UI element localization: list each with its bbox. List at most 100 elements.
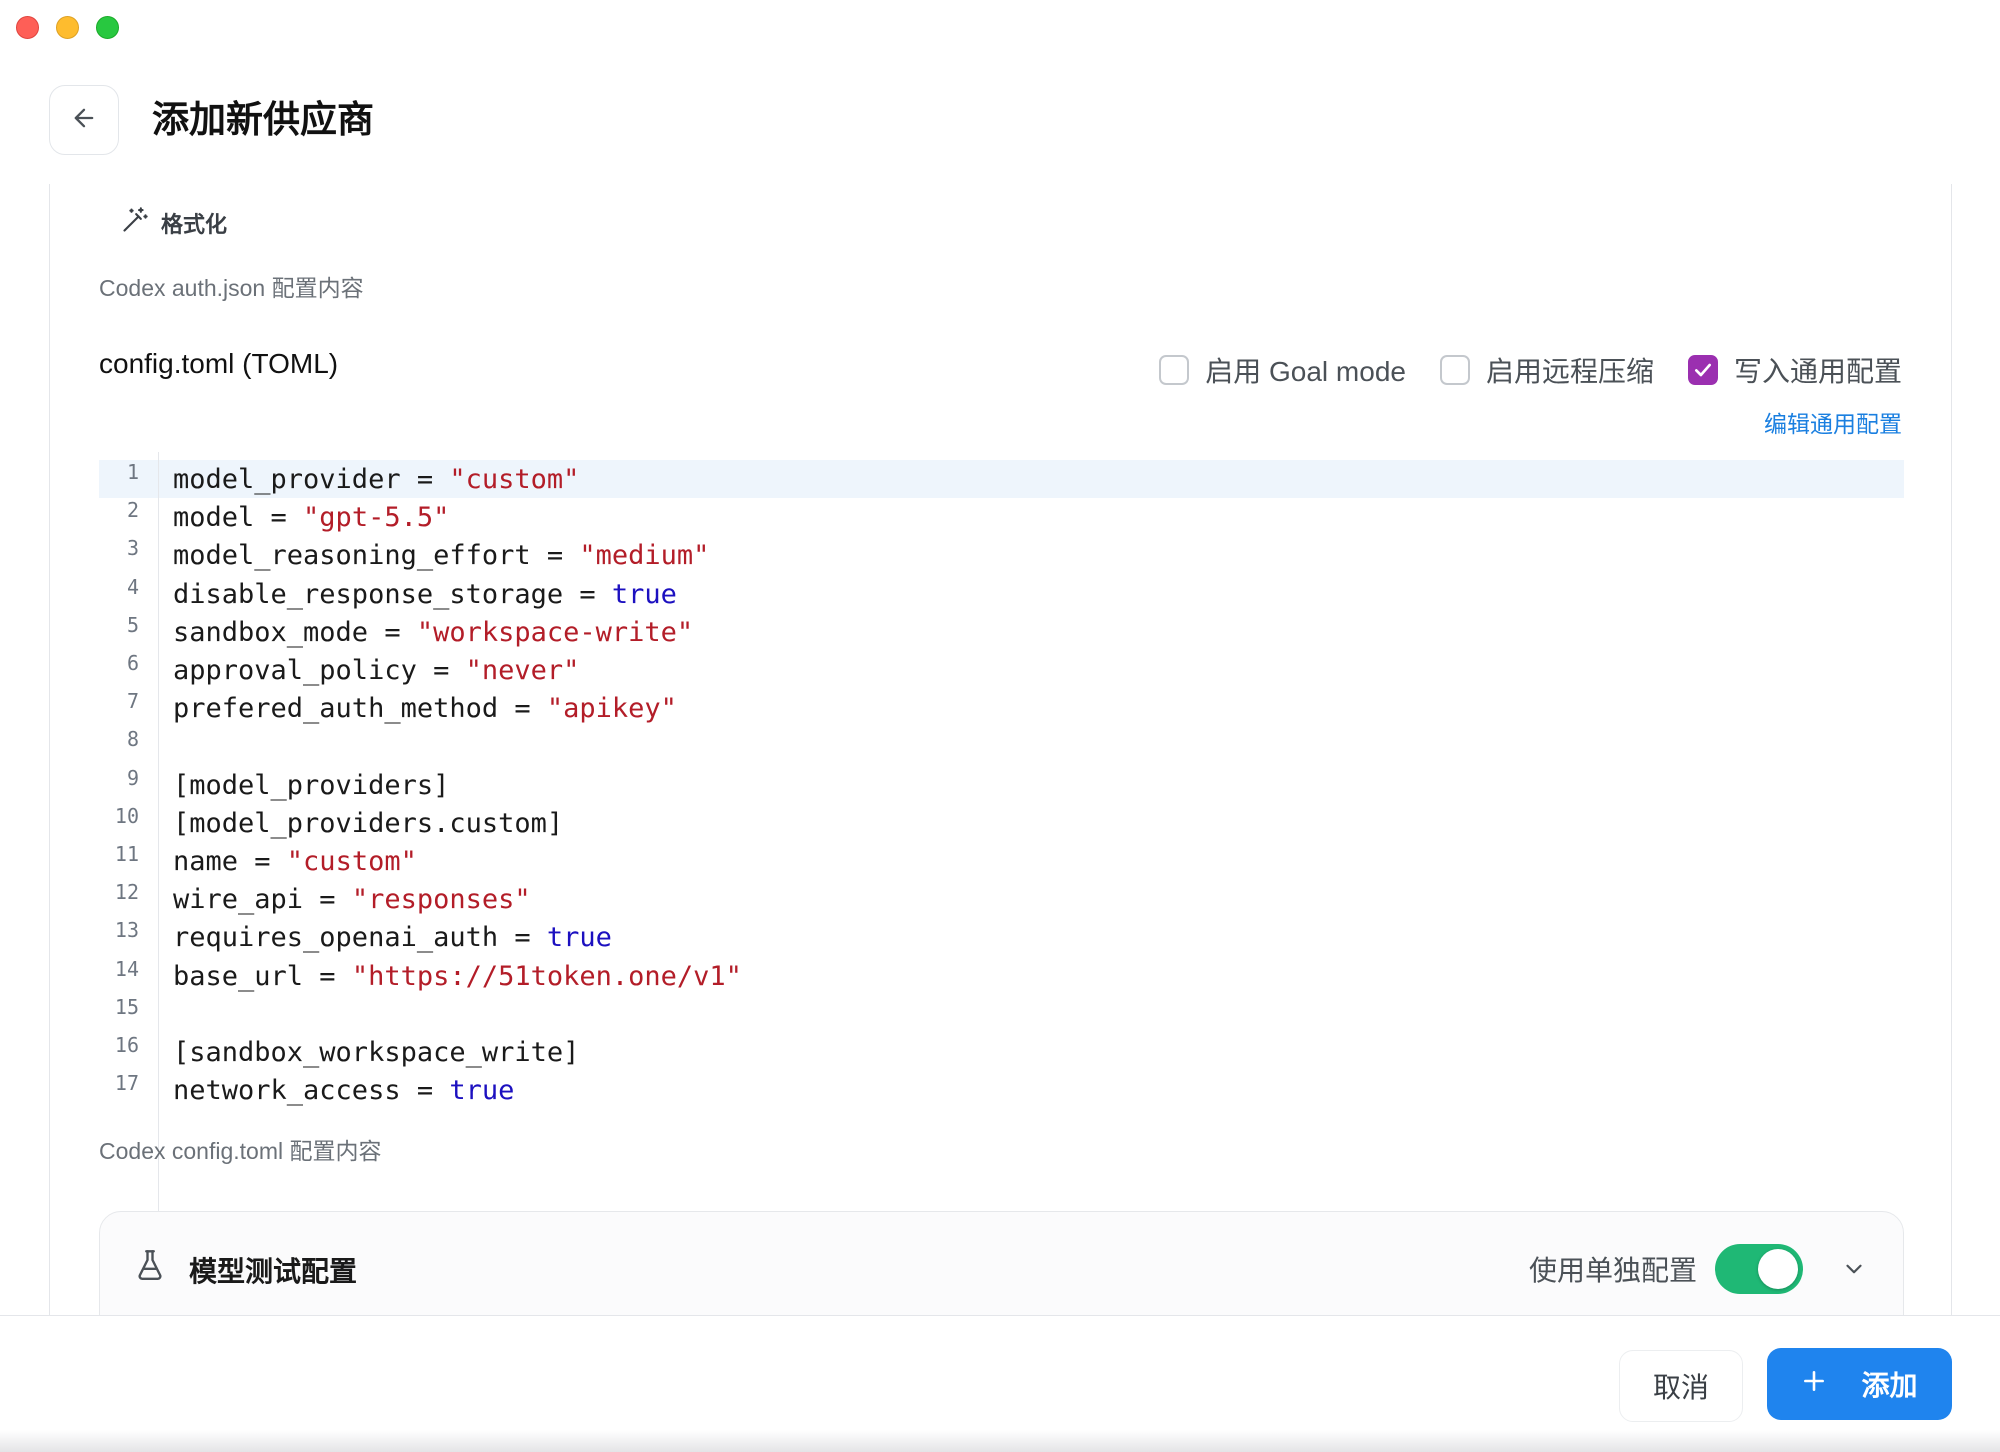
code-line[interactable]: 14 base_url = "https://51token.one/v1" bbox=[99, 957, 1904, 995]
code-key: base_url = bbox=[173, 960, 352, 992]
code-text: [model_providers] bbox=[173, 770, 449, 801]
code-line[interactable]: 17 network_access = true bbox=[99, 1071, 1904, 1109]
add-label: 添加 bbox=[1861, 1370, 1918, 1401]
code-text: [sandbox_workspace_write] bbox=[173, 1037, 579, 1068]
code-line[interactable]: 8 bbox=[99, 727, 1904, 765]
code-line[interactable]: 3 model_reasoning_effort = "medium" bbox=[99, 536, 1904, 574]
code-key: [sandbox_workspace_write] bbox=[173, 1037, 580, 1068]
code-key: model_provider = bbox=[173, 464, 450, 495]
window-minimize-button[interactable] bbox=[56, 16, 79, 39]
code-string-value: "responses" bbox=[351, 884, 531, 916]
code-string-value: "apikey" bbox=[546, 693, 677, 725]
code-line[interactable]: 15 bbox=[99, 995, 1904, 1033]
line-number: 6 bbox=[126, 651, 139, 675]
code-text: wire_api = "responses" bbox=[173, 884, 531, 915]
model-test-title: 模型测试配置 bbox=[189, 1256, 358, 1287]
code-text: name = "custom" bbox=[173, 846, 417, 877]
model-test-config-panel[interactable]: 模型测试配置 使用单独配置 bbox=[99, 1211, 1904, 1315]
code-key: network_access = bbox=[173, 1075, 450, 1107]
format-button[interactable]: 格式化 bbox=[121, 206, 227, 240]
code-text: disable_response_storage = true bbox=[173, 579, 677, 610]
code-text: network_access = true bbox=[173, 1075, 514, 1106]
code-string-value: "medium" bbox=[579, 540, 710, 572]
code-line[interactable]: 9 [model_providers] bbox=[99, 766, 1904, 804]
code-text: sandbox_mode = "workspace-write" bbox=[173, 617, 693, 648]
model-test-controls: 使用单独配置 bbox=[1529, 1244, 1867, 1294]
footer-bar: 取消 添加 bbox=[0, 1315, 2000, 1452]
code-line[interactable]: 13 requires_openai_auth = true bbox=[99, 918, 1904, 956]
code-line[interactable]: 1 model_provider = "custom" bbox=[99, 460, 1904, 498]
code-text: requires_openai_auth = true bbox=[173, 922, 612, 953]
line-number: 8 bbox=[126, 727, 139, 752]
config-toml-title: config.toml (TOML) bbox=[99, 348, 339, 379]
code-key: approval_policy = bbox=[173, 655, 466, 686]
code-text: model_reasoning_effort = "medium" bbox=[173, 540, 709, 571]
window-bottom-edge bbox=[0, 1430, 2000, 1452]
code-line[interactable]: 7 prefered_auth_method = "apikey" bbox=[99, 689, 1904, 727]
remote-compression-option[interactable]: 启用远程压缩 bbox=[1439, 350, 1654, 390]
write-common-config-checkbox[interactable] bbox=[1687, 355, 1718, 385]
code-key: disable_response_storage = bbox=[173, 578, 612, 610]
checkmark-icon bbox=[1694, 363, 1711, 377]
separate-config-label: 使用单独配置 bbox=[1528, 1255, 1697, 1286]
code-text: base_url = "https://51token.one/v1" bbox=[173, 961, 742, 992]
code-line[interactable]: 4 disable_response_storage = true bbox=[99, 575, 1904, 613]
code-key: [model_providers.custom] bbox=[173, 807, 564, 839]
line-number: 4 bbox=[126, 574, 139, 599]
goal-mode-checkbox[interactable] bbox=[1159, 355, 1190, 385]
code-line[interactable]: 16 [sandbox_workspace_write] bbox=[99, 1033, 1904, 1071]
code-line[interactable]: 5 sandbox_mode = "workspace-write" bbox=[99, 613, 1904, 651]
add-button[interactable]: 添加 bbox=[1767, 1348, 1952, 1420]
code-bool-value: true bbox=[546, 922, 612, 954]
separate-config-toggle[interactable] bbox=[1715, 1244, 1803, 1294]
flask-icon bbox=[135, 1248, 165, 1287]
window-close-button[interactable] bbox=[16, 16, 39, 39]
line-number: 11 bbox=[114, 842, 139, 866]
code-text: [model_providers.custom] bbox=[173, 808, 563, 839]
code-line[interactable]: 12 wire_api = "responses" bbox=[99, 880, 1904, 918]
goal-mode-option[interactable]: 启用 Goal mode bbox=[1159, 350, 1406, 390]
line-number: 1 bbox=[126, 460, 139, 484]
code-text: approval_policy = "never" bbox=[173, 655, 579, 686]
code-key: prefered_auth_method = bbox=[173, 693, 547, 725]
line-number: 9 bbox=[126, 765, 139, 790]
page-title: 添加新供应商 bbox=[152, 99, 374, 140]
line-number: 2 bbox=[126, 498, 139, 523]
line-number: 7 bbox=[126, 689, 139, 714]
code-key: name = bbox=[173, 846, 287, 877]
code-key: requires_openai_auth = bbox=[173, 922, 547, 954]
remote-compression-checkbox[interactable] bbox=[1439, 355, 1470, 385]
code-string-value: "custom" bbox=[286, 846, 417, 877]
line-number: 5 bbox=[126, 612, 139, 637]
code-string-value: "gpt-5.5" bbox=[303, 502, 450, 534]
line-number: 3 bbox=[126, 536, 139, 561]
write-common-config-option[interactable]: 写入通用配置 bbox=[1687, 350, 1902, 390]
code-string-value: "custom" bbox=[449, 464, 580, 495]
code-line[interactable]: 11 name = "custom" bbox=[99, 842, 1904, 880]
code-text: model = "gpt-5.5" bbox=[173, 502, 449, 533]
code-line[interactable]: 2 model = "gpt-5.5" bbox=[99, 498, 1904, 536]
format-label: 格式化 bbox=[161, 212, 228, 237]
code-line[interactable]: 6 approval_policy = "never" bbox=[99, 651, 1904, 689]
magic-wand-icon bbox=[121, 206, 149, 240]
window-zoom-button[interactable] bbox=[96, 16, 119, 39]
line-number: 13 bbox=[114, 918, 139, 943]
line-number: 14 bbox=[114, 956, 139, 981]
code-text: model_provider = "custom" bbox=[173, 464, 579, 495]
write-common-config-label: 写入通用配置 bbox=[1733, 356, 1902, 387]
line-number: 15 bbox=[114, 994, 139, 1019]
goal-mode-label: 启用 Goal mode bbox=[1205, 356, 1406, 387]
code-line[interactable]: 10 [model_providers.custom] bbox=[99, 804, 1904, 842]
back-button[interactable] bbox=[49, 85, 119, 155]
code-key: sandbox_mode = bbox=[173, 616, 417, 648]
line-number: 17 bbox=[114, 1071, 139, 1096]
config-options: 启用 Goal mode 启用远程压缩 写入通用配置 bbox=[1159, 350, 1902, 390]
code-key: wire_api = bbox=[173, 884, 352, 916]
edit-common-config-link[interactable]: 编辑通用配置 bbox=[1764, 405, 1902, 439]
line-number: 10 bbox=[114, 803, 139, 828]
form-content[interactable]: 格式化 Codex auth.json 配置内容 config.toml (TO… bbox=[49, 184, 1952, 1315]
code-key: model = bbox=[173, 502, 304, 534]
code-bool-value: true bbox=[611, 578, 677, 610]
chevron-down-icon[interactable] bbox=[1841, 1256, 1867, 1282]
cancel-button[interactable]: 取消 bbox=[1619, 1350, 1743, 1422]
